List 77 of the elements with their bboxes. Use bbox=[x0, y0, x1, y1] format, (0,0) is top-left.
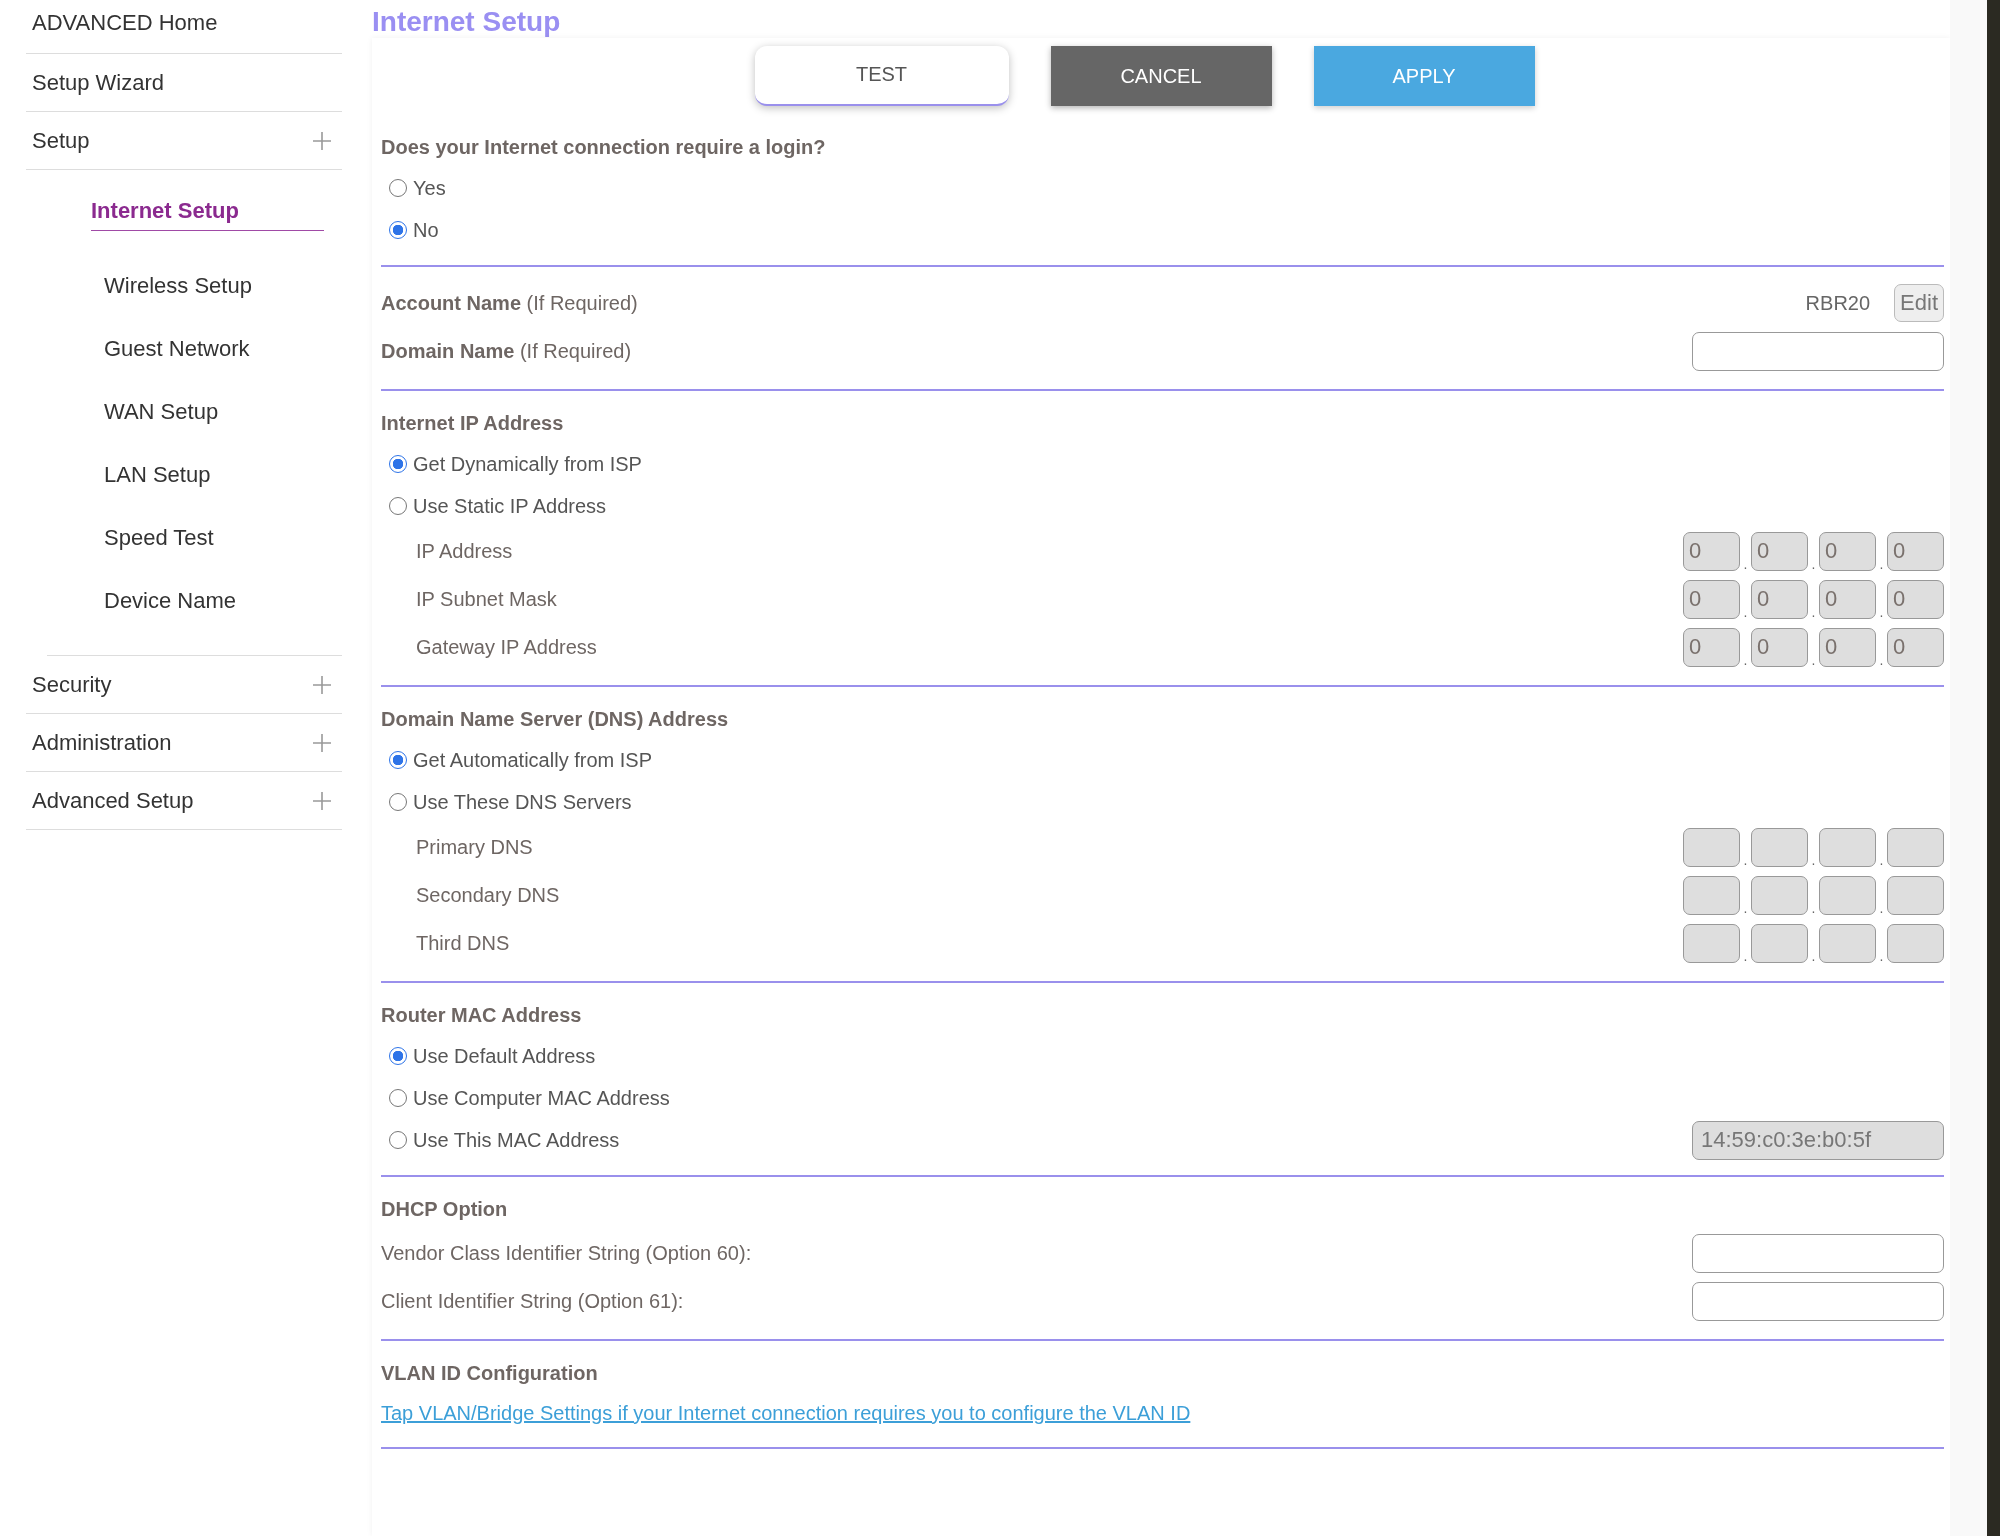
separator-dot: . bbox=[1878, 604, 1885, 619]
radio-label[interactable]: Use These DNS Servers bbox=[413, 790, 632, 814]
radio-label[interactable]: Get Dynamically from ISP bbox=[413, 452, 642, 476]
radio-button[interactable] bbox=[389, 1047, 407, 1065]
page-title: Internet Setup bbox=[372, 6, 562, 38]
field-label: Account Name (If Required) bbox=[381, 291, 638, 315]
radio-button[interactable] bbox=[389, 1089, 407, 1107]
plus-icon[interactable] bbox=[312, 790, 332, 811]
separator-dot: . bbox=[1878, 556, 1885, 571]
test-button[interactable]: TEST bbox=[754, 46, 1009, 106]
plus-icon[interactable] bbox=[312, 674, 332, 695]
separator-dot: . bbox=[1878, 948, 1885, 963]
field-label: IP Address bbox=[415, 539, 513, 563]
radio-button[interactable] bbox=[389, 1131, 407, 1149]
section-heading: Internet IP Address bbox=[381, 411, 565, 436]
field-label: Client Identifier String (Option 61): bbox=[381, 1289, 684, 1313]
radio-button[interactable] bbox=[389, 793, 407, 811]
input-field[interactable] bbox=[1692, 1233, 1944, 1273]
radio-button[interactable] bbox=[389, 221, 407, 239]
plus-icon[interactable] bbox=[312, 732, 332, 753]
separator-dot: . bbox=[1878, 652, 1885, 667]
edit-button[interactable]: Edit bbox=[1894, 284, 1944, 322]
account-name: RBR20 bbox=[1805, 291, 1871, 315]
separator-dot: . bbox=[1878, 852, 1885, 867]
radio-button[interactable] bbox=[389, 455, 407, 473]
radio-label[interactable]: Use Default Address bbox=[413, 1044, 596, 1068]
field-label: Primary DNS bbox=[415, 835, 533, 859]
field-label: Domain Name (If Required) bbox=[381, 339, 632, 363]
sidebar-subitem[interactable]: Speed Test bbox=[47, 509, 342, 572]
field-label: Gateway IP Address bbox=[415, 635, 597, 659]
sidebar-subitem[interactable]: Guest Network bbox=[47, 320, 342, 383]
radio-button[interactable] bbox=[389, 497, 407, 515]
separator-dot: . bbox=[1810, 900, 1817, 915]
section-heading: Domain Name Server (DNS) Address bbox=[381, 707, 730, 732]
section-heading: Router MAC Address bbox=[381, 1003, 583, 1028]
radio-button[interactable] bbox=[389, 751, 407, 769]
sidebar-item[interactable]: Advanced Setup bbox=[32, 787, 194, 814]
separator-dot: . bbox=[1810, 948, 1817, 963]
radio-label[interactable]: No bbox=[413, 218, 439, 242]
separator-dot: . bbox=[1742, 652, 1749, 667]
sidebar-item[interactable]: ADVANCED Home bbox=[32, 10, 218, 36]
field-label: Secondary DNS bbox=[415, 883, 560, 907]
input-field[interactable] bbox=[1692, 1281, 1944, 1321]
separator-dot: . bbox=[1742, 900, 1749, 915]
cancel-button[interactable]: CANCEL bbox=[1050, 46, 1272, 106]
radio-label[interactable]: Use Computer MAC Address bbox=[413, 1086, 670, 1110]
separator-dot: . bbox=[1742, 556, 1749, 571]
separator-dot: . bbox=[1810, 604, 1817, 619]
sidebar-subitem[interactable]: LAN Setup bbox=[47, 446, 342, 509]
sidebar-subitem[interactable]: WAN Setup bbox=[47, 383, 342, 446]
section-heading: VLAN ID Configuration bbox=[381, 1361, 599, 1386]
radio-label[interactable]: Use This MAC Address bbox=[413, 1128, 620, 1152]
input-field[interactable] bbox=[1692, 331, 1944, 371]
field-label: IP Subnet Mask bbox=[415, 587, 557, 611]
separator-dot: . bbox=[1810, 652, 1817, 667]
separator-dot: . bbox=[1878, 900, 1885, 915]
section-heading: Does your Internet connection require a login? bbox=[381, 135, 827, 160]
section-heading: DHCP Option bbox=[381, 1197, 509, 1222]
separator-dot: . bbox=[1742, 604, 1749, 619]
radio-label[interactable]: Get Automatically from ISP bbox=[413, 748, 652, 772]
radio-label[interactable]: Use Static IP Address bbox=[413, 494, 607, 518]
sidebar-subitem[interactable]: Wireless Setup bbox=[47, 257, 342, 320]
separator-dot: . bbox=[1742, 852, 1749, 867]
separator-dot: . bbox=[1810, 556, 1817, 571]
sidebar-subitem[interactable]: Device Name bbox=[47, 572, 342, 635]
sidebar-item[interactable]: Setup Wizard bbox=[32, 69, 165, 96]
sidebar-item[interactable]: Setup bbox=[32, 127, 90, 154]
sidebar-item[interactable]: Security bbox=[32, 671, 112, 698]
field-label: Vendor Class Identifier String (Option 60): bbox=[381, 1241, 752, 1265]
sidebar-item[interactable]: Administration bbox=[32, 729, 172, 756]
field-label: Third DNS bbox=[415, 931, 510, 955]
separator-dot: . bbox=[1810, 852, 1817, 867]
radio-button[interactable] bbox=[389, 179, 407, 197]
plus-icon[interactable] bbox=[312, 130, 332, 151]
radio-label[interactable]: Yes bbox=[413, 176, 446, 200]
sidebar-subitem[interactable]: Internet Setup bbox=[91, 198, 324, 231]
separator-dot: . bbox=[1742, 948, 1749, 963]
